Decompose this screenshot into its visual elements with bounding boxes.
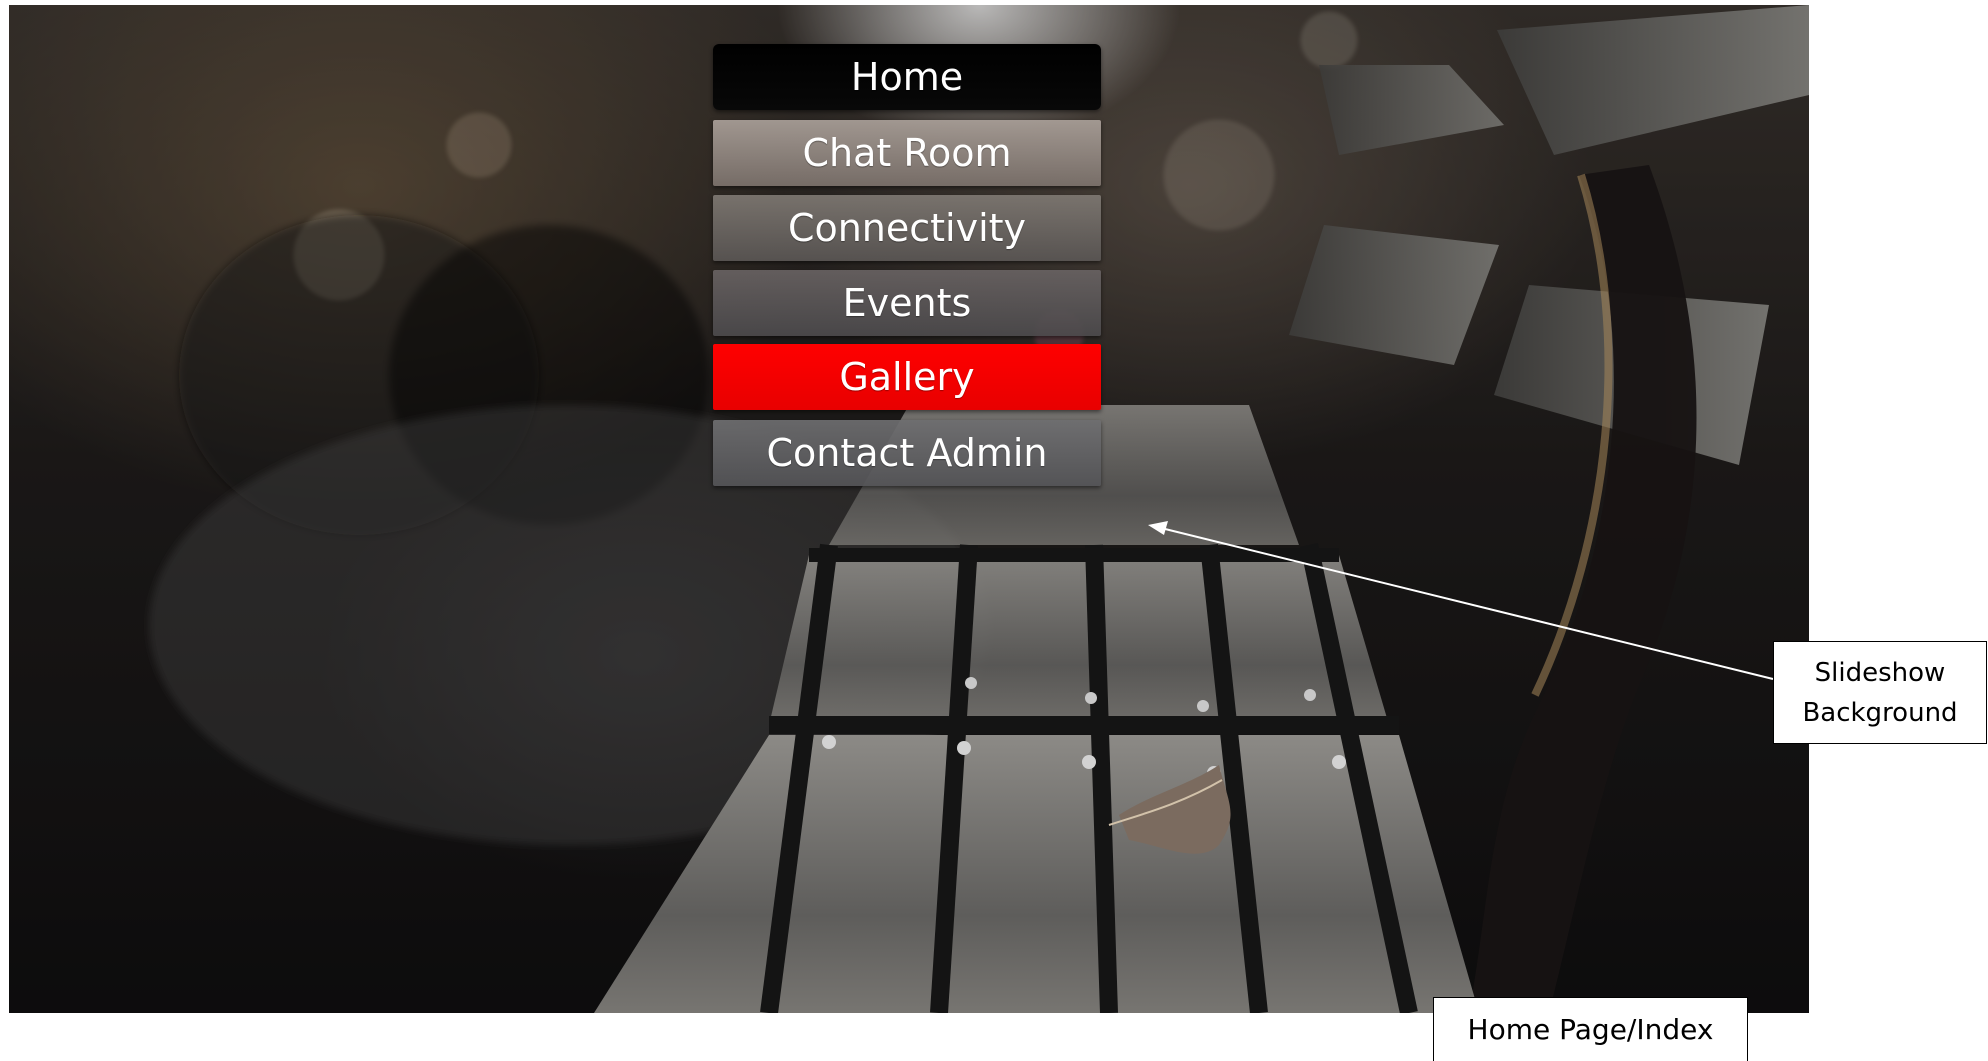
page-label: Home Page/Index [1433, 997, 1748, 1061]
callout-line-2: Background [1802, 697, 1958, 728]
callout-line-1: Slideshow [1814, 657, 1946, 688]
nav-item-chat-room[interactable]: Chat Room [713, 120, 1101, 186]
wireframe-page: Home Chat Room Connectivity Events Galle… [0, 0, 1988, 1061]
nav-item-connectivity[interactable]: Connectivity [713, 195, 1101, 261]
nav-item-home[interactable]: Home [713, 44, 1101, 110]
nav-item-events[interactable]: Events [713, 270, 1101, 336]
slideshow-background-callout: Slideshow Background [1773, 641, 1987, 744]
nav-item-gallery[interactable]: Gallery [713, 344, 1101, 410]
nav-item-contact-admin[interactable]: Contact Admin [713, 420, 1101, 486]
